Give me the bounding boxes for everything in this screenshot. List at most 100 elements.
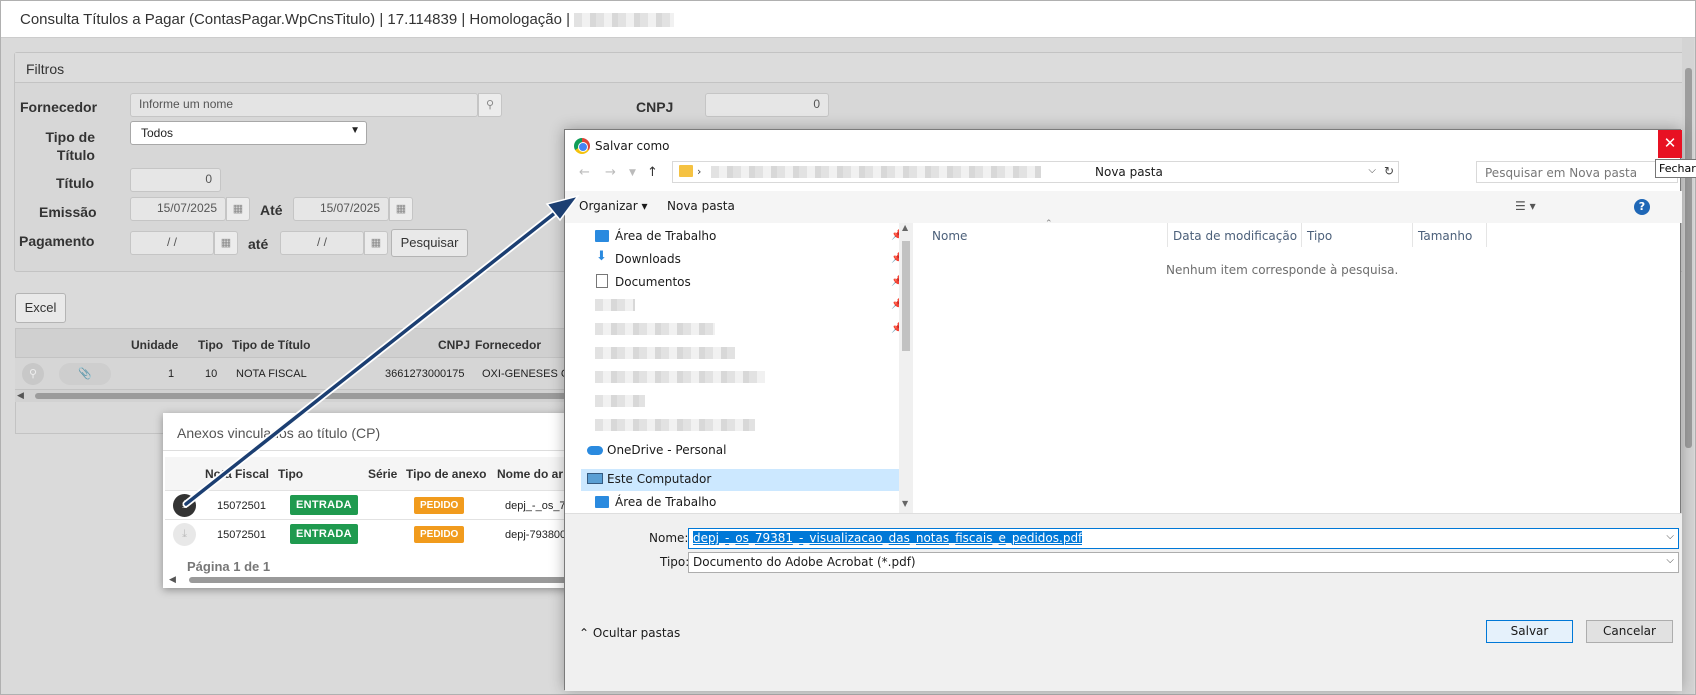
emissao-ate-label: Até bbox=[260, 202, 283, 218]
recent-dropdown-icon[interactable]: ▼ bbox=[629, 168, 636, 178]
search-icon: ⚲ bbox=[485, 99, 495, 111]
cnpj-input[interactable]: 0 bbox=[705, 93, 829, 117]
col-type[interactable]: Tipo bbox=[1307, 229, 1332, 243]
scroll-left-icon[interactable]: ◀ bbox=[17, 390, 24, 401]
attachments-scrollbar[interactable]: ◀ bbox=[169, 574, 575, 585]
breadcrumb-current[interactable]: Nova pasta bbox=[1095, 165, 1163, 179]
entrada-badge: ENTRADA bbox=[290, 524, 358, 544]
titulo-input[interactable]: 0 bbox=[130, 168, 221, 192]
redacted-item bbox=[595, 347, 735, 359]
name-label: Nome: bbox=[649, 531, 689, 545]
col-unidade[interactable]: Unidade bbox=[131, 338, 178, 352]
filetype-select[interactable]: Documento do Adobe Acrobat (*.pdf) ⌵ bbox=[688, 552, 1679, 573]
col-tipo-titulo[interactable]: Tipo de Título bbox=[232, 338, 310, 352]
col-cnpj[interactable]: CNPJ bbox=[438, 338, 470, 352]
forward-arrow-icon[interactable]: → bbox=[605, 165, 616, 180]
pesquisar-button[interactable]: Pesquisar bbox=[391, 229, 468, 257]
view-options-icon[interactable]: ☰ ▾ bbox=[1515, 199, 1536, 213]
col-serie: Série bbox=[368, 467, 398, 481]
list-item: ⤓ 15072501 ENTRADA PEDIDO depj-793800 bbox=[165, 519, 575, 548]
page-scrollbar[interactable] bbox=[1682, 38, 1694, 694]
pagamento-from-input[interactable]: / / bbox=[130, 231, 214, 255]
cell-nota: 15072501 bbox=[217, 529, 266, 541]
cell-nome: depj-793800 bbox=[505, 529, 567, 541]
tipo-titulo-select[interactable]: Todos ▼ bbox=[130, 121, 367, 145]
refresh-icon[interactable]: ↻ bbox=[1384, 164, 1394, 178]
emissao-from-input[interactable]: 15/07/2025 bbox=[130, 197, 226, 221]
save-button[interactable]: Salvar bbox=[1486, 620, 1573, 643]
close-button[interactable]: ✕ bbox=[1658, 130, 1682, 158]
calendar-icon: ▦ bbox=[395, 203, 407, 215]
up-arrow-icon[interactable]: ↑ bbox=[647, 165, 658, 180]
cancel-button[interactable]: Cancelar bbox=[1586, 620, 1673, 643]
emissao-to-calendar-button[interactable]: ▦ bbox=[389, 197, 413, 221]
col-nome-arquivo: Nome do ar bbox=[497, 467, 564, 481]
attachments-scroll-thumb[interactable] bbox=[189, 577, 575, 583]
column-divider bbox=[1486, 223, 1487, 247]
col-name[interactable]: Nome bbox=[932, 229, 967, 243]
pedido-badge: PEDIDO bbox=[414, 526, 465, 543]
col-date-modified[interactable]: Data de modificação bbox=[1173, 229, 1297, 243]
chevron-down-icon[interactable]: ⌵ bbox=[1368, 165, 1376, 176]
dialog-bottom: Nome: depj_-_os_79381_-_visualizacao_das… bbox=[565, 513, 1682, 691]
desktop-icon bbox=[595, 496, 609, 508]
magnifier-icon[interactable]: ⚲ bbox=[22, 363, 44, 385]
column-divider bbox=[1412, 223, 1413, 247]
close-tooltip: Fechar bbox=[1655, 159, 1696, 178]
new-folder-button[interactable]: Nova pasta bbox=[667, 199, 735, 213]
type-label: Tipo: bbox=[660, 555, 690, 569]
table-row[interactable]: ⚲ 📎 1 10 NOTA FISCAL 3661273000175 OXI-G… bbox=[15, 358, 575, 390]
pagamento-to-input[interactable]: / / bbox=[280, 231, 364, 255]
breadcrumb-separator-icon: › bbox=[697, 165, 702, 178]
download-icon[interactable]: ⤓ bbox=[173, 523, 196, 546]
grid-scroll-thumb[interactable] bbox=[35, 393, 575, 399]
paperclip-icon[interactable]: 📎 bbox=[59, 363, 111, 385]
address-bar[interactable]: › Nova pasta ⌵ ↻ bbox=[672, 161, 1399, 183]
close-icon: ✕ bbox=[1663, 134, 1677, 152]
chevron-down-icon[interactable]: ⌵ bbox=[1666, 555, 1674, 566]
chevron-down-icon[interactable]: ⌵ bbox=[1666, 531, 1674, 542]
download-icon[interactable]: ⤓ bbox=[173, 494, 196, 517]
scroll-left-icon[interactable]: ◀ bbox=[169, 574, 176, 585]
nav-item-downloads[interactable]: Downloads bbox=[615, 252, 681, 266]
folder-icon bbox=[679, 165, 693, 177]
computer-icon bbox=[587, 473, 603, 484]
redacted-item bbox=[595, 299, 635, 311]
col-size[interactable]: Tamanho bbox=[1418, 229, 1472, 243]
nav-scroll-thumb[interactable] bbox=[902, 241, 910, 351]
excel-button[interactable]: Excel bbox=[15, 293, 66, 323]
nav-item-desktop-2[interactable]: Área de Trabalho bbox=[615, 495, 716, 509]
calendar-icon: ▦ bbox=[220, 237, 232, 249]
cell-tipo: 10 bbox=[205, 368, 218, 380]
dialog-toolbar: Organizar ▾ Nova pasta ☰ ▾ ? bbox=[565, 191, 1682, 223]
filetype-value: Documento do Adobe Acrobat (*.pdf) bbox=[693, 555, 916, 569]
column-divider bbox=[1167, 223, 1168, 247]
pagamento-label: Pagamento bbox=[19, 233, 95, 249]
list-item: ⤓ 15072501 ENTRADA PEDIDO depj_-_os_79 bbox=[165, 490, 575, 519]
fornecedor-input[interactable]: Informe um nome bbox=[130, 93, 478, 117]
nav-item-documents[interactable]: Documentos bbox=[615, 275, 691, 289]
pagamento-from-calendar-button[interactable]: ▦ bbox=[214, 231, 238, 255]
nav-pane-scrollbar[interactable]: ▲ ▼ bbox=[899, 223, 913, 513]
page-title-bar: Consulta Títulos a Pagar (ContasPagar.Wp… bbox=[1, 1, 1695, 38]
hide-folders-toggle[interactable]: ⌃ Ocultar pastas bbox=[579, 626, 680, 640]
fornecedor-search-button[interactable]: ⚲ bbox=[478, 93, 502, 117]
nav-item-this-pc[interactable]: Este Computador bbox=[607, 472, 711, 486]
pager: Página 1 de 1 bbox=[187, 559, 271, 574]
back-arrow-icon[interactable]: ← bbox=[579, 165, 590, 180]
col-fornecedor[interactable]: Fornecedor bbox=[475, 338, 541, 352]
scroll-up-icon[interactable]: ▲ bbox=[902, 223, 908, 232]
filename-input[interactable]: depj_-_os_79381_-_visualizacao_das_notas… bbox=[688, 528, 1679, 549]
pagamento-to-calendar-button[interactable]: ▦ bbox=[364, 231, 388, 255]
grid-scrollbar[interactable]: ◀ bbox=[15, 390, 575, 402]
scroll-down-icon[interactable]: ▼ bbox=[902, 499, 908, 508]
col-tipo[interactable]: Tipo bbox=[198, 338, 223, 352]
organize-menu[interactable]: Organizar ▾ bbox=[579, 199, 648, 213]
help-icon[interactable]: ? bbox=[1634, 199, 1650, 215]
nav-item-onedrive[interactable]: OneDrive - Personal bbox=[607, 443, 726, 457]
page-scroll-thumb[interactable] bbox=[1685, 68, 1692, 448]
search-input[interactable]: Pesquisar em Nova pasta bbox=[1476, 161, 1678, 183]
nav-item-desktop[interactable]: Área de Trabalho bbox=[615, 229, 716, 243]
emissao-from-calendar-button[interactable]: ▦ bbox=[226, 197, 250, 221]
emissao-to-input[interactable]: 15/07/2025 bbox=[293, 197, 389, 221]
